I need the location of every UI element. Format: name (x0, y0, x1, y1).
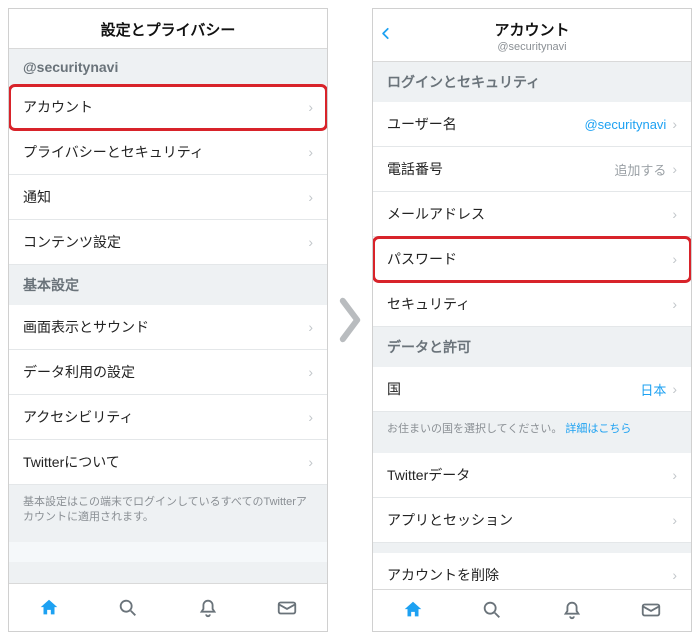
row-phone[interactable]: 電話番号 追加する › (373, 147, 691, 192)
row-notifications[interactable]: 通知 › (9, 175, 327, 220)
search-icon (117, 597, 139, 619)
gap (373, 543, 691, 553)
row-content-settings[interactable]: コンテンツ設定 › (9, 220, 327, 265)
data-permissions-header: データと許可 (373, 327, 691, 367)
right-titlebar: アカウント @securitynavi (373, 9, 691, 62)
row-delete-account-label: アカウントを削除 (387, 565, 672, 585)
chevron-right-icon: › (672, 512, 677, 528)
tab-messages[interactable] (248, 584, 328, 631)
row-username-value: @securitynavi (584, 117, 666, 132)
home-icon (38, 597, 60, 619)
right-content: ログインとセキュリティ ユーザー名 @securitynavi › 電話番号 追… (373, 62, 691, 589)
tab-search[interactable] (453, 590, 533, 632)
bell-icon (197, 597, 219, 619)
chevron-right-icon: › (308, 364, 313, 380)
left-spacer (9, 562, 327, 583)
home-icon (402, 599, 424, 621)
basic-settings-note: 基本設定はこの端末でログインしているすべてのTwitterアカウントに適用されま… (9, 485, 327, 542)
row-username[interactable]: ユーザー名 @securitynavi › (373, 102, 691, 147)
tab-notifications[interactable] (168, 584, 248, 631)
back-button[interactable] (379, 25, 393, 46)
chevron-left-icon (379, 27, 393, 41)
row-content-label: コンテンツ設定 (23, 232, 308, 252)
country-note: お住まいの国を選択してください。 詳細はこちら (373, 412, 691, 453)
row-email-label: メールアドレス (387, 204, 672, 224)
mail-icon (276, 597, 298, 619)
row-apps-sessions[interactable]: アプリとセッション › (373, 498, 691, 543)
chevron-right-icon: › (308, 454, 313, 470)
search-icon (481, 599, 503, 621)
left-titlebar: 設定とプライバシー (9, 9, 327, 49)
chevron-right-icon: › (308, 234, 313, 250)
row-security-label: セキュリティ (387, 294, 672, 314)
chevron-right-icon: › (672, 251, 677, 267)
row-accessibility[interactable]: アクセシビリティ › (9, 395, 327, 440)
user-handle-header: @securitynavi (9, 49, 327, 85)
right-title: アカウント (381, 19, 683, 40)
chevron-right-icon: › (308, 319, 313, 335)
chevron-right-icon: › (672, 116, 677, 132)
row-privacy-label: プライバシーとセキュリティ (23, 142, 308, 162)
left-content: @securitynavi アカウント › プライバシーとセキュリティ › 通知… (9, 49, 327, 562)
row-country-value: 日本 (640, 380, 666, 399)
row-password-label: パスワード (387, 249, 672, 269)
chevron-right-icon: › (308, 144, 313, 160)
arrow-between (332, 290, 368, 350)
row-security[interactable]: セキュリティ › (373, 282, 691, 327)
left-screen: 設定とプライバシー @securitynavi アカウント › プライバシーとセ… (8, 8, 328, 632)
left-tabbar (9, 583, 327, 631)
row-display-label: 画面表示とサウンド (23, 317, 308, 337)
right-screen: アカウント @securitynavi ログインとセキュリティ ユーザー名 @s… (372, 8, 692, 632)
row-apps-sessions-label: アプリとセッション (387, 510, 672, 530)
row-phone-value: 追加する (614, 160, 666, 179)
chevron-right-icon: › (672, 467, 677, 483)
bell-icon (561, 599, 583, 621)
country-note-link[interactable]: 詳細はこちら (565, 423, 631, 435)
row-display-sound[interactable]: 画面表示とサウンド › (9, 305, 327, 350)
login-security-header: ログインとセキュリティ (373, 62, 691, 102)
row-about-twitter[interactable]: Twitterについて › (9, 440, 327, 485)
chevron-right-large-icon (335, 296, 365, 344)
basic-settings-header: 基本設定 (9, 265, 327, 305)
row-password[interactable]: パスワード › (373, 237, 691, 282)
row-country-label: 国 (387, 379, 640, 399)
row-about-label: Twitterについて (23, 452, 308, 472)
chevron-right-icon: › (308, 99, 313, 115)
row-username-label: ユーザー名 (387, 114, 584, 134)
row-email[interactable]: メールアドレス › (373, 192, 691, 237)
row-data-usage-label: データ利用の設定 (23, 362, 308, 382)
chevron-right-icon: › (672, 567, 677, 583)
row-twitter-data[interactable]: Twitterデータ › (373, 453, 691, 498)
tab-notifications[interactable] (532, 590, 612, 632)
row-country[interactable]: 国 日本 › (373, 367, 691, 412)
chevron-right-icon: › (672, 381, 677, 397)
tab-home[interactable] (373, 590, 453, 632)
tab-search[interactable] (89, 584, 169, 631)
chevron-right-icon: › (308, 189, 313, 205)
row-phone-label: 電話番号 (387, 159, 614, 179)
right-tabbar (373, 589, 691, 632)
row-notifications-label: 通知 (23, 187, 308, 207)
chevron-right-icon: › (308, 409, 313, 425)
row-accessibility-label: アクセシビリティ (23, 407, 308, 427)
row-account[interactable]: アカウント › (9, 85, 327, 130)
tab-messages[interactable] (612, 590, 692, 632)
country-note-text: お住まいの国を選択してください。 (387, 423, 562, 435)
row-privacy[interactable]: プライバシーとセキュリティ › (9, 130, 327, 175)
row-account-label: アカウント (23, 97, 308, 117)
mail-icon (640, 599, 662, 621)
row-data-usage[interactable]: データ利用の設定 › (9, 350, 327, 395)
row-delete-account[interactable]: アカウントを削除 › (373, 553, 691, 588)
chevron-right-icon: › (672, 161, 677, 177)
tab-home[interactable] (9, 584, 89, 631)
chevron-right-icon: › (672, 206, 677, 222)
left-title: 設定とプライバシー (17, 19, 319, 40)
chevron-right-icon: › (672, 296, 677, 312)
row-twitter-data-label: Twitterデータ (387, 465, 672, 485)
right-subtitle: @securitynavi (381, 41, 683, 53)
